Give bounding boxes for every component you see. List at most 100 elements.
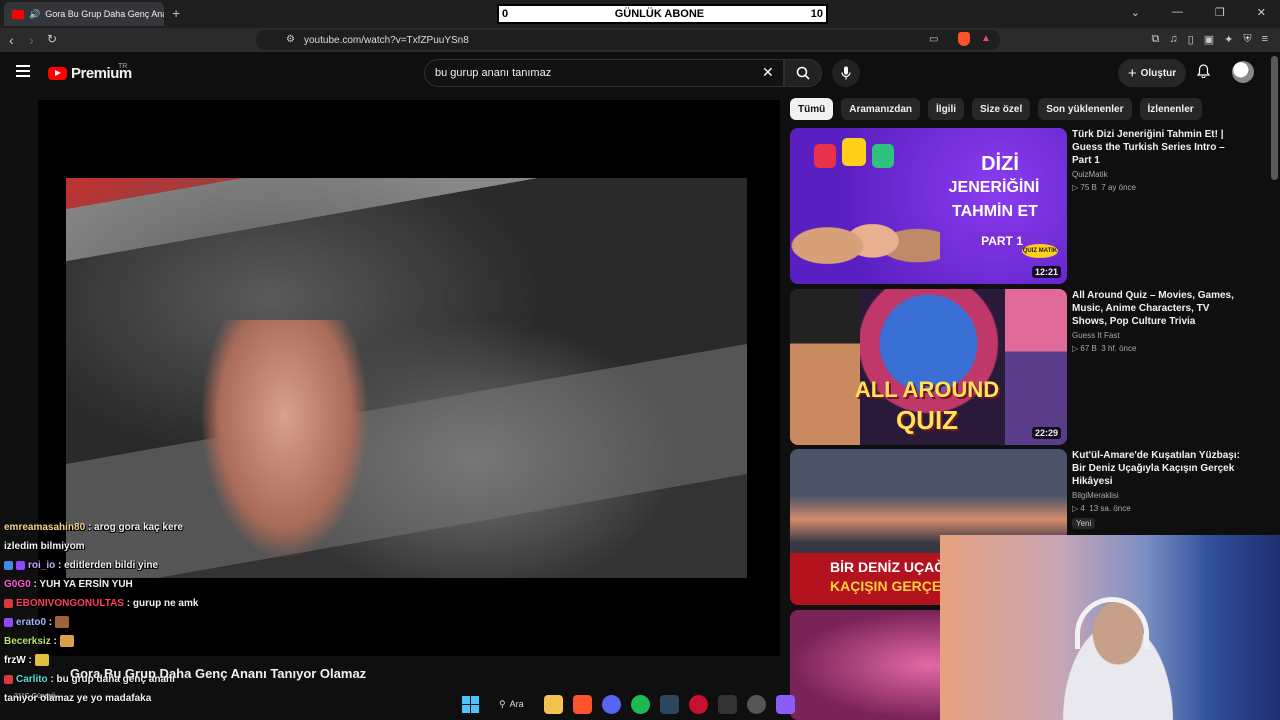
window-controls: ⌄ — ❐ ✕ — [1131, 6, 1266, 19]
minimize-icon[interactable]: — — [1172, 6, 1183, 19]
extensions-icon[interactable]: ⧉ — [1152, 33, 1160, 46]
recommendation-title[interactable]: Kut'ül-Amare'de Kuşatılan Yüzbaşı: Bir D… — [1072, 449, 1240, 488]
wallet-icon[interactable]: ▣ — [1204, 33, 1214, 46]
thumbnail-people — [790, 188, 940, 284]
channel-name[interactable]: QuizMatik — [1072, 170, 1240, 179]
chat-message: G0G0 : YUH YA ERSİN YUH — [4, 575, 344, 594]
browser-tab-bar: 🔊 Gora Bu Grup Daha Genç Ananı Tanıyor O… — [0, 0, 1280, 28]
clear-search-icon[interactable]: ✕ — [762, 64, 774, 81]
forward-icon[interactable]: › — [29, 32, 34, 48]
game-launcher-icon[interactable] — [688, 694, 708, 714]
new-badge: Yeni — [1072, 518, 1096, 529]
chat-text: : — [48, 617, 53, 628]
question-bubble-icon — [842, 138, 866, 166]
chat-user: Becerksiz — [4, 636, 51, 647]
menu-icon[interactable]: ≡ — [1262, 33, 1268, 46]
channel-name[interactable]: Guess It Fast — [1072, 331, 1240, 340]
badge-icon — [16, 560, 25, 570]
youtube-header: Premium TR bu gurup ananı tanımaz ✕ + Ol… — [0, 52, 1270, 94]
page-scrollbar[interactable] — [1271, 56, 1278, 180]
chip-recently-uploaded[interactable]: Son yüklenenler — [1038, 98, 1132, 120]
chip-related[interactable]: İlgili — [928, 98, 965, 120]
obs-icon[interactable] — [775, 694, 795, 714]
browser-tab[interactable]: 🔊 Gora Bu Grup Daha Genç Ananı Tanıyor O… — [4, 2, 164, 26]
vpn-icon[interactable]: ⛨ — [1243, 33, 1251, 46]
view-count: ▷ 4 — [1072, 504, 1085, 513]
leo-icon[interactable]: ✦ — [1224, 33, 1233, 46]
view-count: ▷ 67 B — [1072, 344, 1097, 353]
chat-text: izledim bilmiyom — [4, 541, 85, 552]
thumb-text: TAHMİN ET — [952, 203, 1038, 220]
sidebar-icon[interactable]: ▯ — [1188, 33, 1194, 46]
badge-icon — [4, 617, 13, 627]
thumb-text: ALL AROUND — [854, 377, 1000, 402]
view-count: ▷ 75 B — [1072, 183, 1097, 192]
chat-text: : — [28, 655, 32, 666]
spotify-icon[interactable] — [630, 694, 650, 714]
chat-message: Becerksiz : — [4, 632, 344, 651]
logo-region: TR — [118, 63, 128, 70]
chip-from-search[interactable]: Aramanızdan — [841, 98, 921, 120]
search-value: bu gurup ananı tanımaz — [435, 67, 552, 79]
daily-subscriber-counter: 0 GÜNLÜK ABONE 10 — [497, 4, 828, 24]
video-meta: ▷ 75 B 7 ay önce — [1072, 183, 1240, 192]
recommendation-item[interactable]: ALL AROUND QUIZ 22:29 All Around Quiz – … — [790, 289, 1240, 445]
media-icon[interactable]: ♫ — [1169, 33, 1177, 46]
search-input[interactable]: bu gurup ananı tanımaz — [424, 59, 784, 87]
cast-icon[interactable]: ▭ — [929, 34, 938, 45]
plus-icon: + — [1127, 64, 1137, 82]
tab-search-icon[interactable]: ⌄ — [1131, 6, 1140, 19]
search-button[interactable] — [784, 59, 822, 87]
create-label: Oluştur — [1140, 67, 1177, 79]
steam-icon[interactable] — [659, 694, 679, 714]
tab-title: Gora Bu Grup Daha Genç Ananı Tanıyor Ola… — [45, 9, 164, 19]
recommendation-title[interactable]: All Around Quiz – Movies, Games, Music, … — [1072, 289, 1240, 328]
brave-icon[interactable] — [572, 694, 592, 714]
brave-rewards-icon[interactable]: ▲ — [981, 33, 991, 44]
close-window-icon[interactable]: ✕ — [1257, 6, 1266, 19]
chip-all[interactable]: Tümü — [790, 98, 834, 120]
brave-shields-icon[interactable] — [958, 32, 970, 46]
video-thumbnail[interactable]: DİZİ JENERİĞİNİ TAHMİN ET PART 1 QUIZ MA… — [790, 128, 1067, 284]
epic-games-icon[interactable] — [717, 694, 737, 714]
emote-icon — [59, 635, 74, 648]
chat-message: frzW : — [4, 651, 344, 670]
microphone-icon — [841, 66, 851, 80]
reload-icon[interactable]: ↻ — [47, 32, 57, 46]
chat-text: : bu grup daha genç ananı — [50, 674, 175, 685]
audio-icon[interactable]: 🔊 — [29, 9, 40, 20]
question-bubble-icon — [872, 144, 894, 168]
recommendation-title[interactable]: Türk Dizi Jeneriğini Tahmin Et! | Guess … — [1072, 128, 1240, 167]
avatar[interactable] — [1232, 61, 1254, 83]
recommendation-item[interactable]: DİZİ JENERİĞİNİ TAHMİN ET PART 1 QUIZ MA… — [790, 128, 1240, 284]
notifications-bell-icon[interactable] — [1196, 64, 1211, 81]
voice-search-button[interactable] — [832, 59, 860, 87]
counter-right: 10 — [810, 8, 823, 20]
back-icon[interactable]: ‹ — [9, 32, 14, 48]
new-tab-button[interactable]: + — [172, 5, 180, 21]
site-info-icon[interactable]: ⚙ — [286, 34, 295, 45]
chip-watched[interactable]: İzlenenler — [1139, 98, 1202, 120]
weather-widget[interactable]: 21°C Güneşli — [14, 693, 55, 700]
create-button[interactable]: + Oluştur — [1118, 59, 1186, 87]
chat-user: emreamasahin80 — [4, 522, 86, 533]
chat-text: : — [53, 636, 57, 647]
file-explorer-icon[interactable] — [543, 694, 563, 714]
thumbnail-people — [1005, 289, 1067, 445]
badge-icon — [4, 560, 13, 570]
app-icon[interactable] — [746, 694, 766, 714]
video-thumbnail[interactable]: ALL AROUND QUIZ 22:29 — [790, 289, 1067, 445]
maximize-icon[interactable]: ❐ — [1215, 6, 1225, 19]
chip-for-you[interactable]: Size özel — [972, 98, 1031, 120]
hamburger-menu-icon[interactable] — [16, 65, 30, 80]
discord-icon[interactable] — [601, 694, 621, 714]
address-bar[interactable]: youtube.com/watch?v=TxfZPuuYSn8 — [256, 30, 1000, 50]
emote-icon — [54, 616, 69, 629]
browser-nav-bar: ‹ › ↻ 🔖 youtube.com/watch?v=TxfZPuuYSn8 … — [0, 28, 1280, 52]
video-meta: ▷ 4 13 sa. önce — [1072, 504, 1240, 513]
video-duration: 12:21 — [1031, 266, 1061, 278]
thumb-text: JENERİĞİNİ — [948, 179, 1040, 196]
taskbar-search[interactable]: ⚲ Ara — [489, 699, 534, 710]
windows-start-icon[interactable] — [462, 695, 479, 713]
channel-name[interactable]: BilgiMeraklisi — [1072, 491, 1240, 500]
